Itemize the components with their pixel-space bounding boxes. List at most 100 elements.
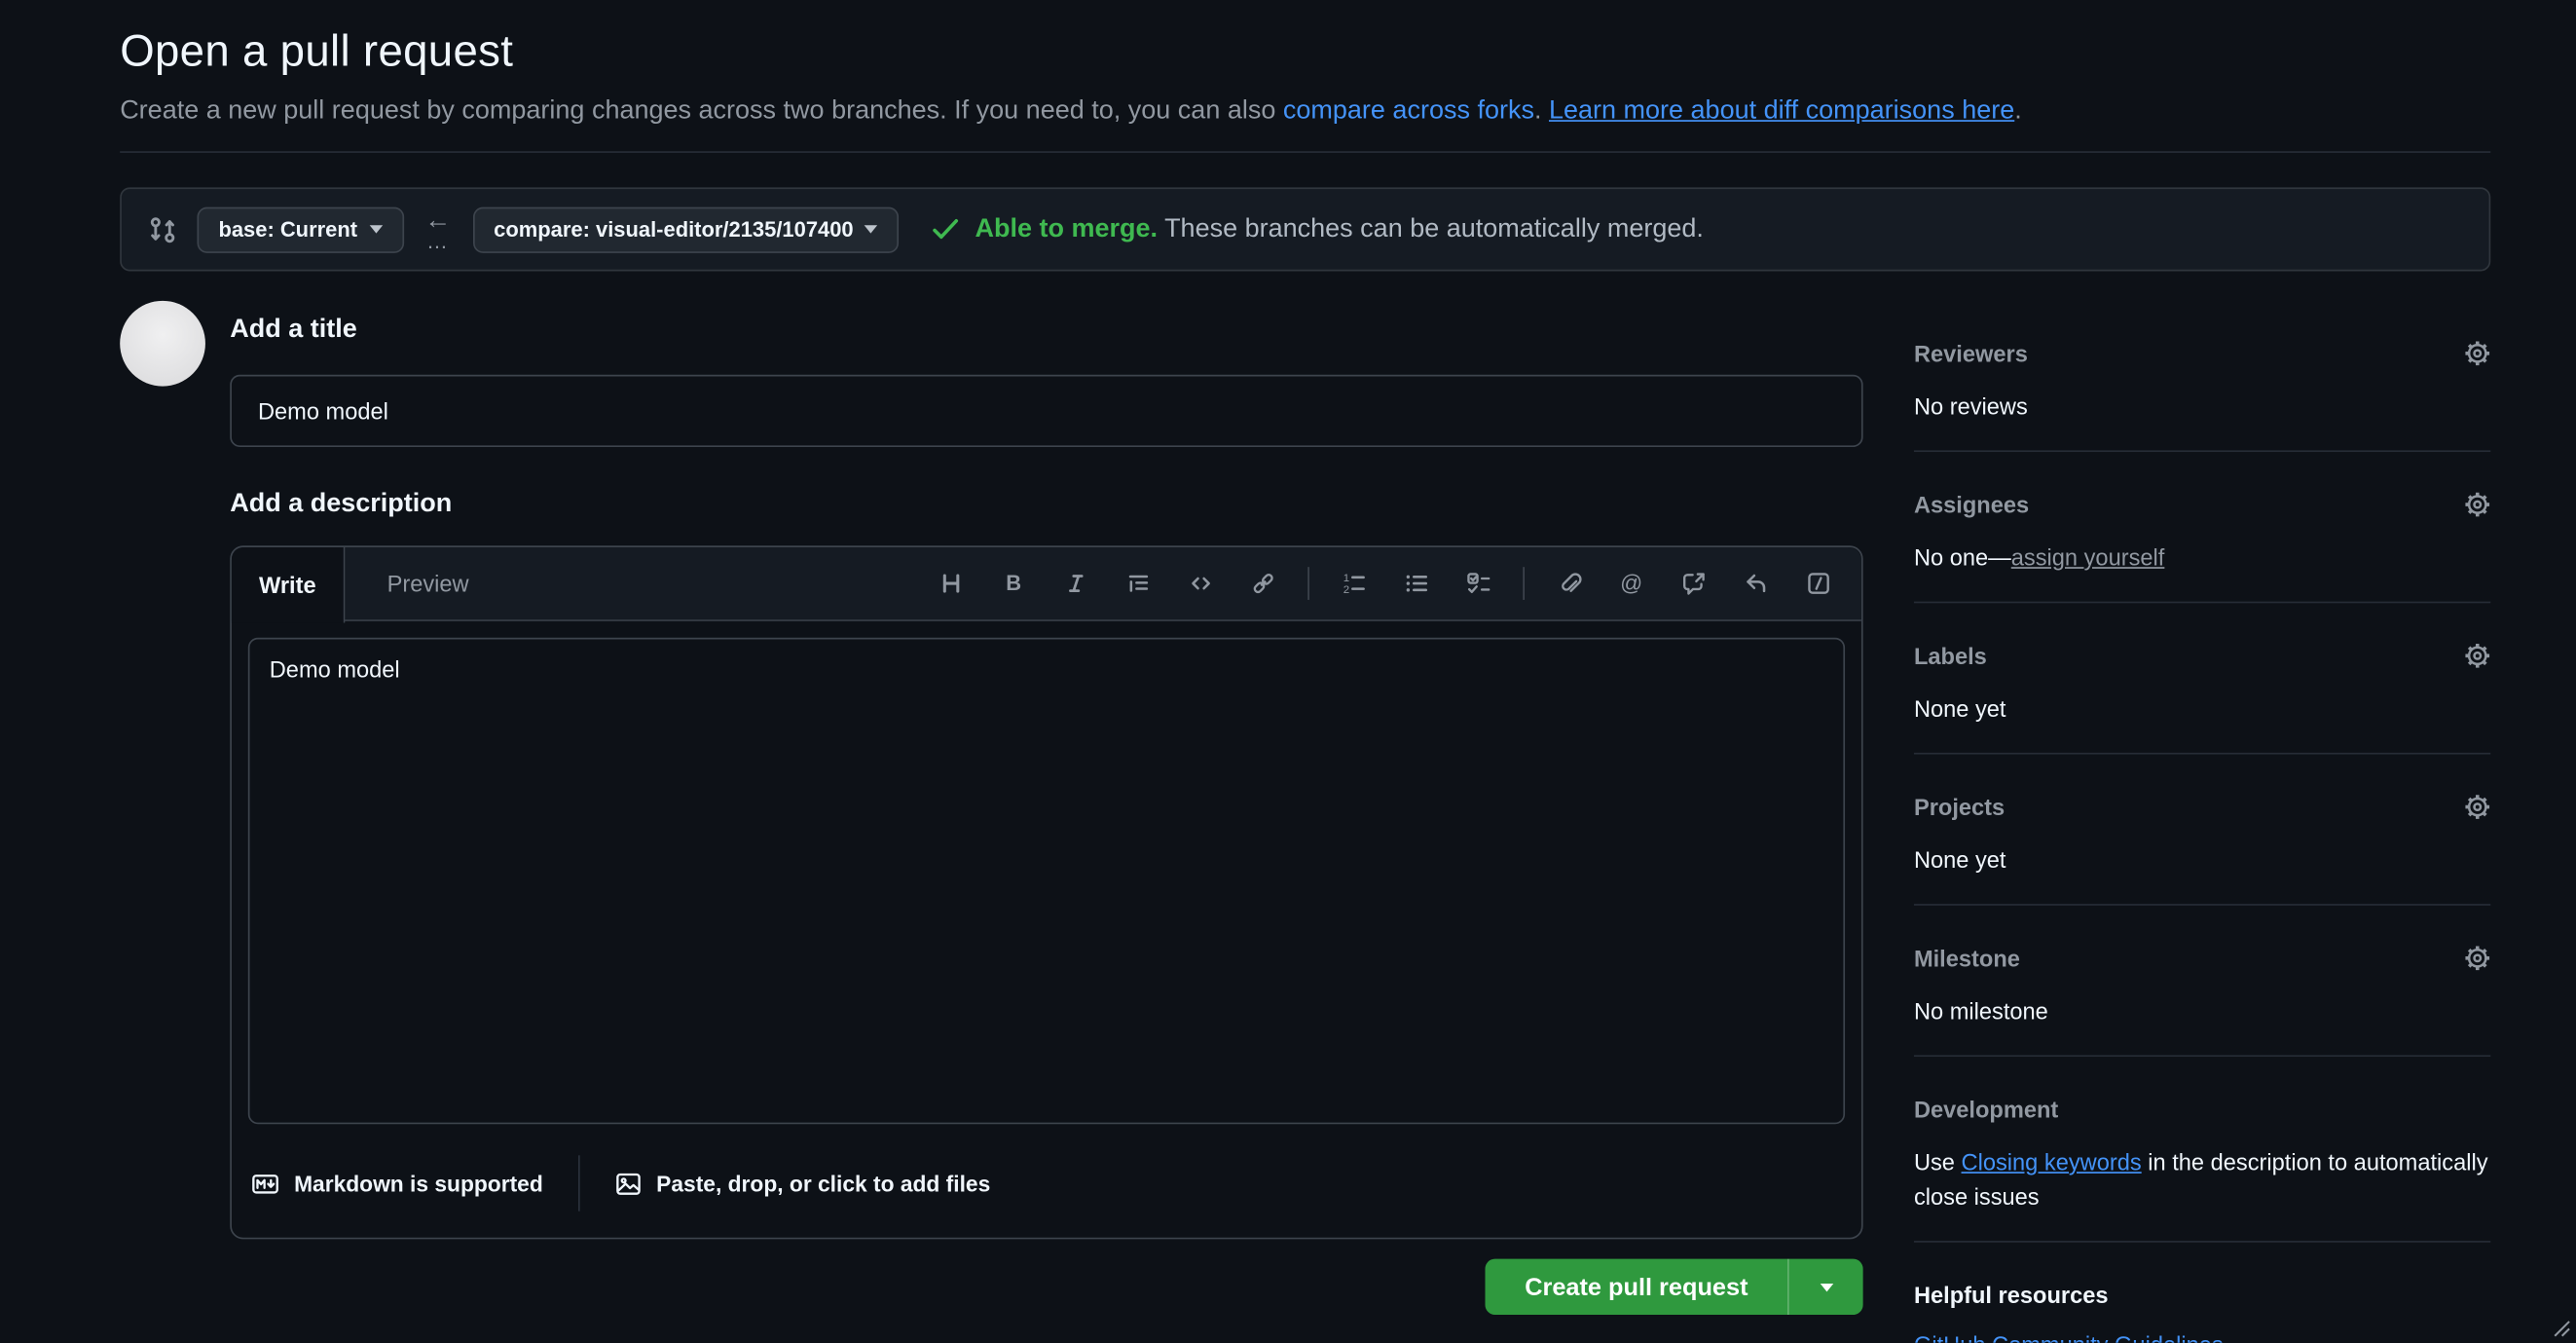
chevron-down-icon <box>865 225 878 240</box>
reply-icon[interactable] <box>1730 557 1783 610</box>
svg-text:@: @ <box>1620 571 1642 596</box>
pr-sidebar: Reviewers No reviews Assignees No <box>1914 301 2490 1343</box>
create-pull-request-split-button: Create pull request <box>1486 1259 1863 1315</box>
gear-icon <box>2464 340 2490 366</box>
reviewers-value: No reviews <box>1914 390 2490 424</box>
link-icon[interactable] <box>1237 557 1290 610</box>
attach-files-button[interactable]: Paste, drop, or click to add files <box>613 1170 990 1198</box>
development-heading: Development <box>1914 1097 2058 1123</box>
tab-write[interactable]: Write <box>232 547 345 623</box>
gear-icon <box>2464 945 2490 971</box>
attach-files-label: Paste, drop, or click to add files <box>656 1171 990 1195</box>
subtitle-separator: . <box>1534 97 1549 126</box>
reviewers-gear-button[interactable] <box>2464 340 2490 366</box>
heading-icon[interactable] <box>925 557 977 610</box>
bold-icon[interactable]: B <box>987 557 1040 610</box>
sidebar-section-helpful-resources: Helpful resources GitHub Community Guide… <box>1914 1243 2490 1343</box>
merge-status-bold: Able to merge. <box>975 214 1159 242</box>
page-title: Open a pull request <box>120 26 2490 77</box>
page-header: Open a pull request Create a new pull re… <box>120 26 2490 153</box>
resize-handle-icon[interactable] <box>2553 1320 2571 1338</box>
add-title-heading: Add a title <box>230 316 1862 345</box>
assignees-heading: Assignees <box>1914 492 2029 518</box>
description-editor: Write Preview B <box>230 545 1862 1239</box>
sidebar-section-reviewers: Reviewers No reviews <box>1914 301 2490 452</box>
projects-value: None yet <box>1914 843 2490 877</box>
description-textarea[interactable]: Demo model <box>248 638 1845 1125</box>
compare-branch-label: compare: visual-editor/2135/107400 <box>494 217 853 242</box>
compare-across-forks-link[interactable]: compare across forks <box>1283 97 1534 126</box>
avatar <box>120 301 205 387</box>
actions-row: Create pull request <box>230 1259 1862 1315</box>
sidebar-section-development: Development Use Closing keywords in the … <box>1914 1057 2490 1243</box>
subtitle-end: . <box>2014 97 2022 126</box>
development-text: Use <box>1914 1149 1962 1175</box>
chevron-down-icon <box>369 225 383 240</box>
git-compare-icon <box>148 214 177 243</box>
markdown-supported-label: Markdown is supported <box>294 1171 543 1195</box>
italic-icon[interactable] <box>1049 557 1102 610</box>
milestone-heading: Milestone <box>1914 945 2020 971</box>
closing-keywords-link[interactable]: Closing keywords <box>1962 1149 2142 1175</box>
labels-heading: Labels <box>1914 643 1987 669</box>
gear-icon <box>2464 492 2490 518</box>
svg-text:2: 2 <box>1343 584 1349 596</box>
sidebar-section-labels: Labels None yet <box>1914 603 2490 754</box>
subtitle-text: Create a new pull request by comparing c… <box>120 97 1283 126</box>
editor-body: Demo model <box>232 621 1861 1140</box>
slash-command-icon[interactable] <box>1792 557 1845 610</box>
projects-heading: Projects <box>1914 794 2005 820</box>
sidebar-section-milestone: Milestone No milestone <box>1914 906 2490 1057</box>
attach-file-icon[interactable] <box>1543 557 1596 610</box>
branch-compare-bar: base: Current ← … compare: visual-editor… <box>120 187 2490 271</box>
base-branch-dropdown[interactable]: base: Current <box>198 206 404 252</box>
gear-icon <box>2464 643 2490 669</box>
assign-yourself-link[interactable]: assign yourself <box>2011 544 2165 571</box>
base-branch-label: base: Current <box>218 217 357 242</box>
unordered-list-icon[interactable] <box>1390 557 1443 610</box>
range-ellipsis: … <box>426 234 450 248</box>
labels-gear-button[interactable] <box>2464 643 2490 669</box>
image-icon <box>613 1170 642 1198</box>
task-list-icon[interactable] <box>1453 557 1505 610</box>
svg-text:1: 1 <box>1343 573 1349 584</box>
merge-status-text: These branches can be automatically merg… <box>1164 214 1704 242</box>
add-description-heading: Add a description <box>230 490 1862 519</box>
code-icon[interactable] <box>1175 557 1228 610</box>
helpful-community-guidelines-link[interactable]: GitHub Community Guidelines <box>1914 1331 2224 1343</box>
tab-preview[interactable]: Preview <box>345 547 510 619</box>
footer-separator <box>577 1155 579 1211</box>
editor-header: Write Preview B <box>232 547 1861 621</box>
github-open-pull-request-page: Open a pull request Create a new pull re… <box>0 0 2576 1343</box>
diff-comparisons-link[interactable]: Learn more about diff comparisons here <box>1549 97 2014 126</box>
svg-text:B: B <box>1006 571 1021 595</box>
milestone-value: No milestone <box>1914 994 2490 1028</box>
range-arrow: ← … <box>424 210 451 248</box>
ordered-list-icon[interactable]: 12 <box>1328 557 1380 610</box>
milestone-gear-button[interactable] <box>2464 945 2490 971</box>
gear-icon <box>2464 794 2490 820</box>
create-pull-request-button[interactable]: Create pull request <box>1486 1259 1787 1315</box>
markdown-icon <box>251 1170 279 1198</box>
mention-icon[interactable]: @ <box>1605 557 1658 610</box>
assignees-gear-button[interactable] <box>2464 492 2490 518</box>
assignees-value: No one— <box>1914 544 2011 571</box>
toolbar-separator <box>1307 567 1309 600</box>
markdown-supported-link[interactable]: Markdown is supported <box>251 1170 543 1198</box>
cross-reference-icon[interactable] <box>1668 557 1720 610</box>
helpful-resources-heading: Helpful resources <box>1914 1282 2109 1308</box>
chevron-down-icon <box>1820 1283 1833 1297</box>
markdown-toolbar: B <box>925 547 1861 619</box>
toolbar-separator <box>1523 567 1525 600</box>
labels-value: None yet <box>1914 691 2490 726</box>
projects-gear-button[interactable] <box>2464 794 2490 820</box>
editor-footer: Markdown is supported Paste, drop, or cl… <box>232 1140 1861 1238</box>
title-input[interactable] <box>230 375 1862 447</box>
create-pull-request-dropdown[interactable] <box>1787 1259 1863 1315</box>
compare-branch-dropdown[interactable]: compare: visual-editor/2135/107400 <box>472 206 900 252</box>
page-subtitle: Create a new pull request by comparing c… <box>120 93 2490 130</box>
merge-status: Able to merge. These branches can be aut… <box>933 214 1704 243</box>
sidebar-section-projects: Projects None yet <box>1914 755 2490 906</box>
quote-icon[interactable] <box>1112 557 1164 610</box>
reviewers-heading: Reviewers <box>1914 340 2028 366</box>
